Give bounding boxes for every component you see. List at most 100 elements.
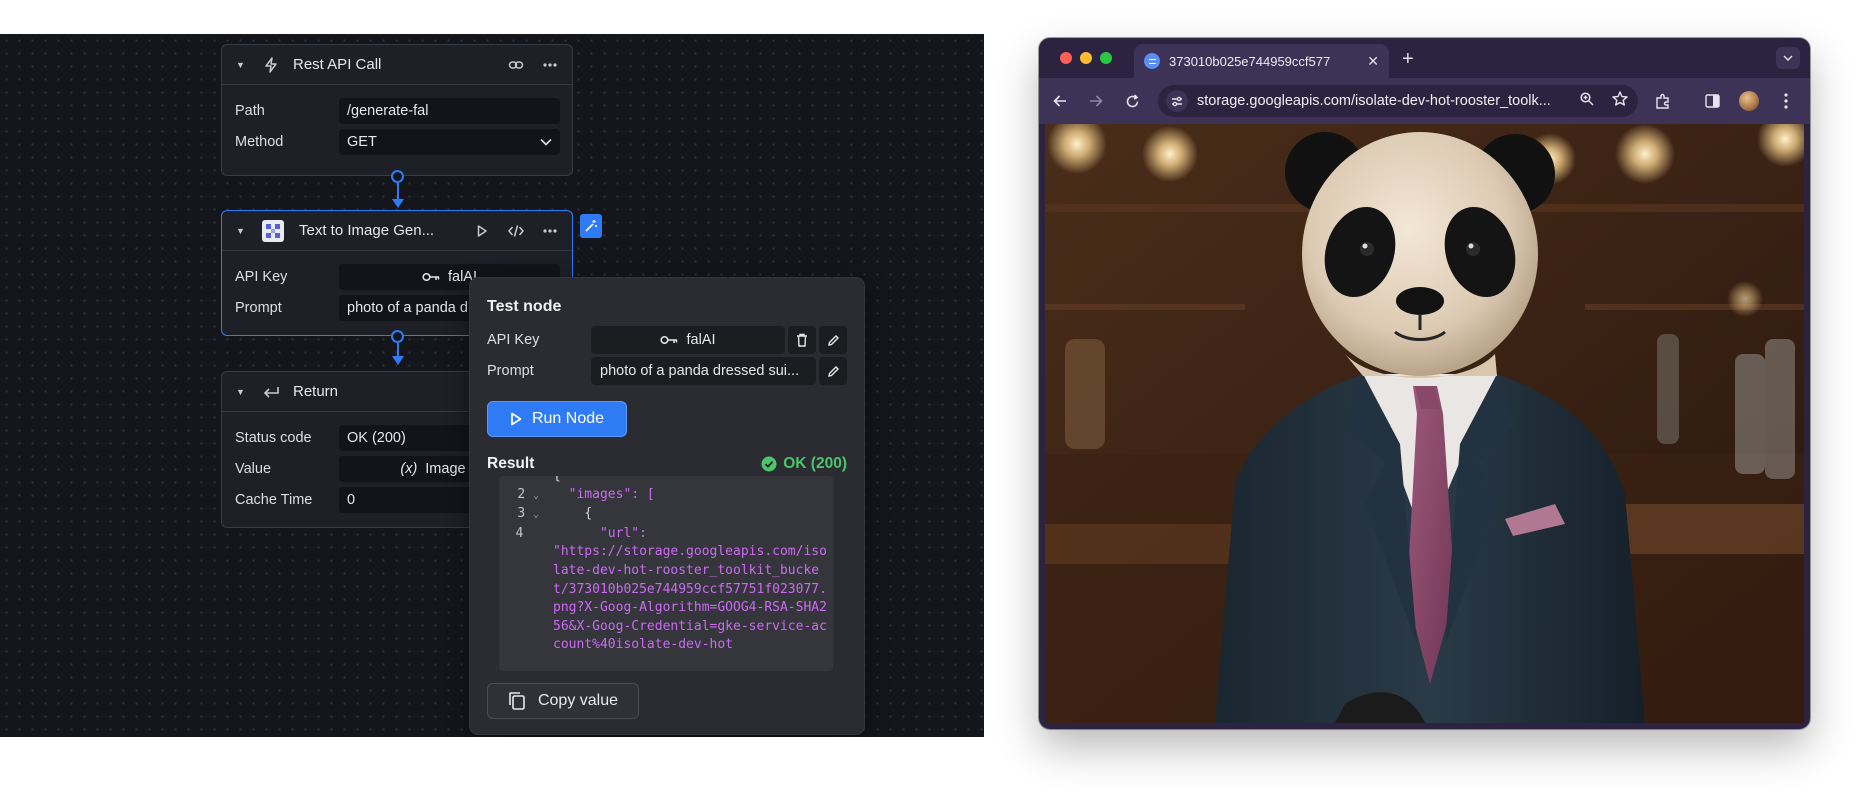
prompt-label: Prompt [487, 363, 534, 379]
edit-button[interactable] [819, 326, 847, 354]
side-panel-icon[interactable] [1705, 94, 1720, 113]
chevron-down-icon [540, 138, 552, 146]
tab-strip: 373010b025e744959ccf577 ✕ + [1039, 38, 1810, 78]
panda-in-suit-image [1045, 124, 1804, 723]
edit-button[interactable] [819, 357, 847, 385]
copy-icon [509, 692, 525, 710]
rest-api-call-node[interactable]: ▼ Rest API Call Path /generate-fal Metho… [221, 44, 573, 176]
line-number: 2 ⌄ [517, 486, 539, 502]
link-icon[interactable] [506, 55, 526, 75]
path-row: Path /generate-fal [235, 95, 560, 126]
forward-arrow-icon [1090, 95, 1103, 107]
status-code-label: Status code [235, 429, 312, 446]
line-number [499, 476, 543, 486]
forward-button[interactable] [1081, 94, 1111, 108]
variable-icon: (x) [400, 460, 418, 477]
path-label: Path [235, 102, 265, 119]
code-icon[interactable] [506, 221, 526, 241]
window-controls [1060, 52, 1112, 64]
code-line: 4 "url": [499, 525, 833, 544]
code-line: 2 ⌄ "images": [ [499, 486, 833, 506]
pencil-icon [827, 334, 839, 346]
more-icon[interactable] [540, 221, 560, 241]
line-number: 4 [515, 525, 524, 541]
code-text: "images": [ [553, 486, 655, 502]
method-row: Method GET [235, 126, 560, 157]
avatar[interactable] [1739, 91, 1759, 111]
path-field[interactable]: /generate-fal [339, 97, 560, 124]
method-label: Method [235, 133, 284, 150]
collapse-caret-icon[interactable]: ▼ [236, 387, 246, 397]
tab-title: 373010b025e744959ccf577 [1169, 53, 1331, 69]
close-tab-icon[interactable]: ✕ [1367, 53, 1379, 70]
api-key-field[interactable]: falAI [591, 326, 785, 354]
cache-time-label: Cache Time [235, 491, 313, 508]
site-settings-icon[interactable] [1166, 90, 1188, 112]
browser-toolbar: storage.googleapis.com/isolate-dev-hot-r… [1039, 78, 1810, 124]
tab-search-button[interactable] [1776, 47, 1800, 69]
status-text: OK (200) [783, 455, 847, 472]
magic-wand-button[interactable] [580, 214, 602, 238]
close-window-button[interactable] [1060, 52, 1072, 64]
flow-canvas[interactable]: ▼ Rest API Call Path /generate-fal Metho… [0, 34, 984, 737]
back-button[interactable] [1045, 94, 1075, 108]
test-node-panel: Test node API Key falAI Prompt photo of … [469, 277, 865, 735]
play-icon[interactable] [472, 221, 492, 241]
test-api-key-row: API Key falAI [487, 326, 847, 354]
node-header[interactable]: ▼ Text to Image Gen... [222, 211, 572, 251]
node-title: Rest API Call [293, 56, 382, 73]
output-port[interactable] [391, 170, 404, 183]
image-favicon-icon [1144, 53, 1160, 69]
reload-button[interactable] [1117, 93, 1147, 109]
method-select[interactable]: GET [339, 128, 560, 155]
result-label: Result [487, 455, 535, 472]
node-header[interactable]: ▼ Rest API Call [222, 45, 572, 85]
api-key-value: falAI [686, 332, 716, 348]
collapse-caret-icon[interactable]: ▼ [236, 60, 246, 70]
test-prompt-row: Prompt photo of a panda dressed sui... [487, 357, 847, 385]
prompt-label: Prompt [235, 299, 282, 316]
code-line: { [499, 476, 833, 486]
maximize-window-button[interactable] [1100, 52, 1112, 64]
code-line: "https://storage.googleapis.com/isolate-… [499, 543, 833, 655]
key-icon [660, 335, 678, 345]
extensions-icon[interactable] [1655, 93, 1671, 114]
browser-tab[interactable]: 373010b025e744959ccf577 ✕ [1134, 44, 1389, 78]
fold-chevron-icon: ⌄ [532, 489, 539, 501]
fal-logo-icon [262, 219, 284, 242]
return-arrow-icon [262, 383, 280, 401]
status-badge: OK (200) [761, 455, 847, 473]
address-bar[interactable]: storage.googleapis.com/isolate-dev-hot-r… [1158, 85, 1638, 117]
method-value: GET [347, 133, 377, 150]
pencil-icon [827, 365, 839, 377]
edge-arrow [392, 199, 404, 208]
copy-value-button[interactable]: Copy value [487, 683, 639, 719]
key-icon [422, 272, 440, 281]
api-key-label: API Key [235, 268, 288, 285]
code-line: 3 ⌄ { [499, 505, 833, 525]
copy-value-label: Copy value [537, 692, 619, 709]
code-text: "url": [553, 525, 647, 541]
collapse-caret-icon[interactable]: ▼ [236, 226, 246, 236]
bookmark-star-icon[interactable] [1612, 91, 1628, 111]
fold-chevron-icon: ⌄ [532, 509, 539, 521]
value-label: Value [235, 460, 272, 477]
prompt-field[interactable]: photo of a panda dressed sui... [591, 357, 816, 385]
magic-wand-icon [585, 220, 597, 232]
delete-button[interactable] [788, 326, 816, 354]
kebab-menu-icon[interactable] [1784, 93, 1788, 114]
url-string: "https://storage.googleapis.com/isolate-… [553, 544, 827, 653]
minimize-window-button[interactable] [1080, 52, 1092, 64]
result-code-viewer[interactable]: { 2 ⌄ "images": [ 3 ⌄ { 4 "url": "https:… [499, 476, 833, 671]
run-node-button[interactable]: Run Node [487, 401, 627, 437]
api-key-label: API Key [487, 332, 540, 348]
line-number: 3 ⌄ [517, 506, 539, 522]
run-node-label: Run Node [531, 410, 605, 427]
more-icon[interactable] [540, 55, 560, 75]
new-tab-icon[interactable]: + [1402, 48, 1414, 71]
edge-arrow [392, 356, 404, 365]
check-circle-icon [761, 456, 777, 472]
zoom-icon[interactable] [1580, 91, 1594, 111]
output-port[interactable] [391, 330, 404, 343]
chevron-down-icon [1783, 55, 1793, 61]
